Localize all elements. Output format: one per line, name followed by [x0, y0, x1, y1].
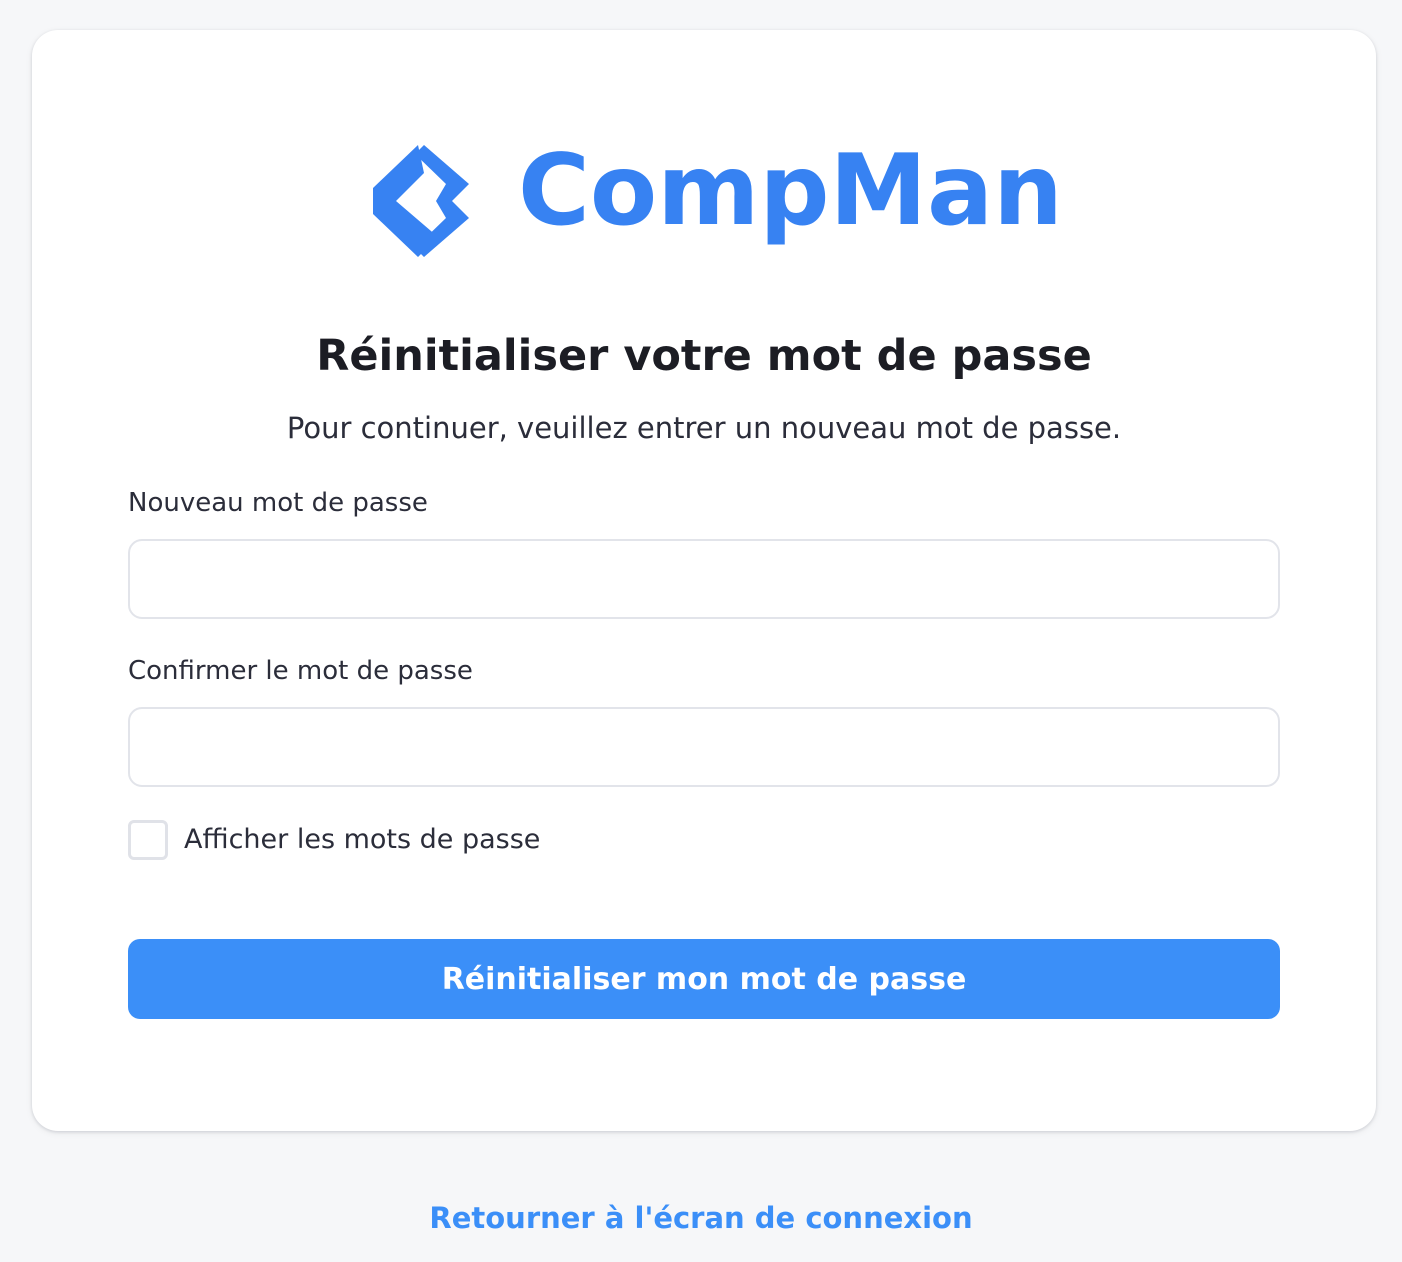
reset-password-button[interactable]: Réinitialiser mon mot de passe — [128, 939, 1280, 1019]
page-title: Réinitialiser votre mot de passe — [316, 331, 1092, 381]
show-passwords-toggle[interactable]: Afficher les mots de passe — [128, 818, 540, 862]
reset-password-card: CompMan Réinitialiser votre mot de passe… — [32, 30, 1376, 1131]
new-password-input[interactable] — [128, 539, 1280, 619]
brand-name: CompMan — [518, 134, 1063, 248]
brand-logo: CompMan — [372, 134, 1063, 264]
confirm-password-input[interactable] — [128, 707, 1280, 787]
confirm-password-label: Confirmer le mot de passe — [128, 656, 473, 686]
page-subtitle: Pour continuer, veuillez entrer un nouve… — [286, 411, 1122, 445]
show-passwords-label: Afficher les mots de passe — [184, 824, 541, 855]
show-passwords-checkbox[interactable] — [128, 820, 168, 860]
compman-logo-icon — [373, 145, 469, 257]
back-to-login-link[interactable]: Retourner à l'écran de connexion — [0, 1198, 1402, 1238]
new-password-label: Nouveau mot de passe — [128, 488, 428, 518]
